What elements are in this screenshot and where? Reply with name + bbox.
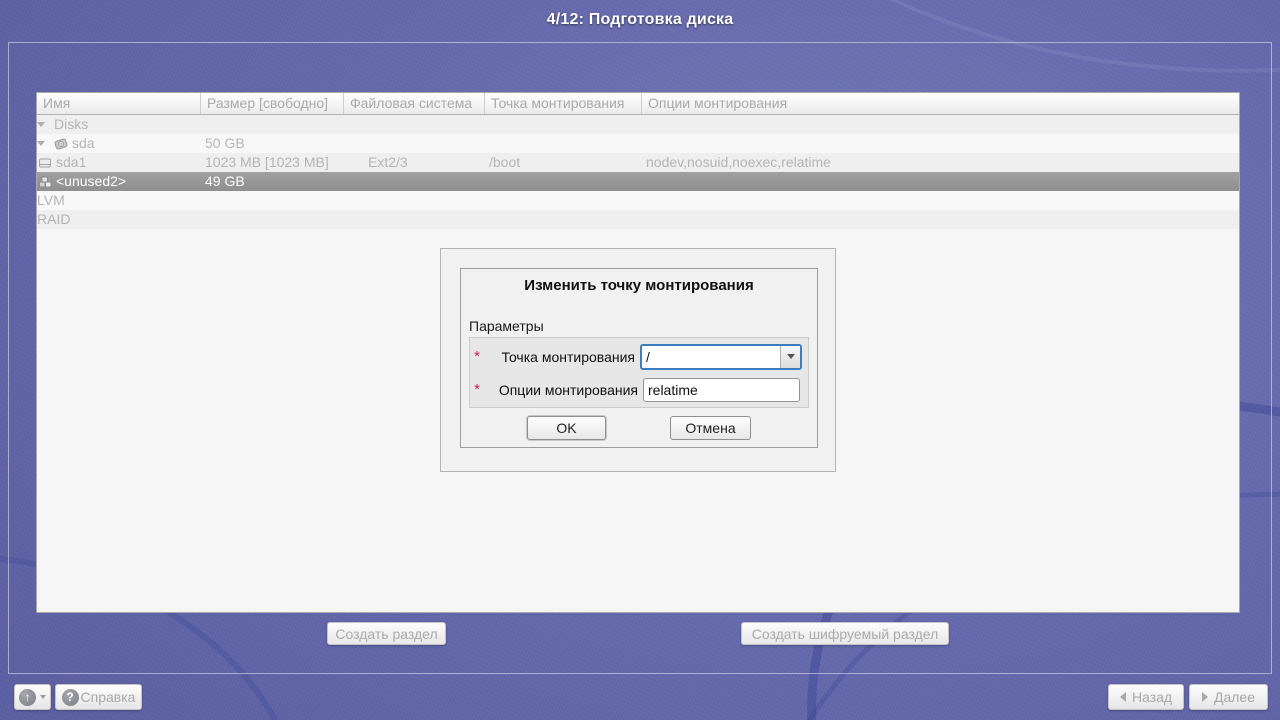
dialog-panel: Изменить точку монтирования Параметры * … [460, 268, 818, 448]
cancel-button[interactable]: Отмена [670, 416, 751, 440]
mount-options-label: Опции монтирования [484, 382, 643, 398]
back-button[interactable]: Назад [1108, 684, 1184, 710]
column-header-options: Опции монтирования [642, 93, 1239, 114]
step-menu-button[interactable]: ↑ [14, 684, 51, 710]
row-options: nodev,nosuid,noexec,relatime [642, 153, 1239, 172]
column-header-mountpoint: Точка монтирования [485, 93, 642, 114]
next-button[interactable]: Далее [1189, 684, 1268, 710]
table-row-unused2[interactable]: <unused2> 49 GB [37, 172, 1239, 191]
mount-options-row: * Опции монтирования [470, 374, 808, 405]
row-size: 1023 MB [1023 MB] [201, 153, 344, 172]
row-label: Disks [45, 115, 88, 134]
chevron-right-icon [1202, 692, 1208, 702]
installer-window: { "window": { "title": "4/12: Подготовка… [0, 0, 1280, 720]
next-button-label: Далее [1214, 689, 1255, 705]
required-marker: * [470, 348, 484, 365]
mount-point-select[interactable]: / [640, 344, 802, 370]
table-row-sda[interactable]: sda 50 GB [37, 134, 1239, 153]
mount-point-label: Точка монтирования [484, 349, 640, 365]
table-row-sda1[interactable]: sda1 1023 MB [1023 MB] Ext2/3 /boot node… [37, 153, 1239, 172]
row-size: 50 GB [201, 134, 344, 153]
mount-options-input[interactable] [643, 378, 800, 402]
row-size: 49 GB [201, 172, 344, 191]
help-button[interactable]: ? Справка [55, 684, 142, 710]
table-row-raid[interactable]: RAID [37, 210, 1239, 229]
row-label: sda [69, 134, 95, 153]
row-label: sda1 [53, 153, 86, 172]
chevron-left-icon [1120, 692, 1126, 702]
ok-button[interactable]: OK [527, 416, 606, 440]
question-icon: ? [62, 689, 79, 706]
row-label: <unused2> [53, 172, 126, 191]
required-marker: * [470, 381, 484, 398]
dialog-title: Изменить точку монтирования [461, 277, 817, 294]
partition-icon [37, 155, 53, 171]
expander-down-icon[interactable] [37, 122, 45, 127]
edit-mountpoint-dialog: Изменить точку монтирования Параметры * … [440, 248, 836, 472]
row-mountpoint: /boot [485, 153, 642, 172]
mount-point-row: * Точка монтирования / [470, 341, 808, 372]
table-row-disks[interactable]: Disks [37, 115, 1239, 134]
back-button-label: Назад [1132, 689, 1172, 705]
table-row-lvm[interactable]: LVM [37, 191, 1239, 210]
column-header-filesystem: Файловая система [344, 93, 485, 114]
free-space-icon [37, 174, 53, 190]
page-title: 4/12: Подготовка диска [0, 11, 1280, 29]
chevron-down-icon [40, 695, 46, 699]
up-arrow-icon: ↑ [19, 689, 36, 706]
row-label: RAID [37, 210, 70, 229]
row-label: LVM [37, 191, 65, 210]
table-header: Имя Размер [свободно] Файловая система Т… [37, 93, 1239, 115]
column-header-name: Имя [37, 93, 201, 114]
parameters-box: * Точка монтирования / * Опции монтирова… [469, 337, 809, 408]
column-header-size: Размер [свободно] [201, 93, 344, 114]
disk-icon [53, 136, 69, 152]
help-button-label: Справка [81, 689, 136, 705]
chevron-down-icon[interactable] [780, 346, 800, 368]
expander-down-icon[interactable] [37, 141, 45, 146]
parameters-label: Параметры [469, 318, 544, 334]
create-encrypted-partition-button[interactable]: Создать шифруемый раздел [741, 622, 949, 645]
mount-point-value: / [642, 346, 780, 368]
create-partition-button[interactable]: Создать раздел [327, 622, 446, 645]
row-filesystem: Ext2/3 [344, 153, 485, 172]
